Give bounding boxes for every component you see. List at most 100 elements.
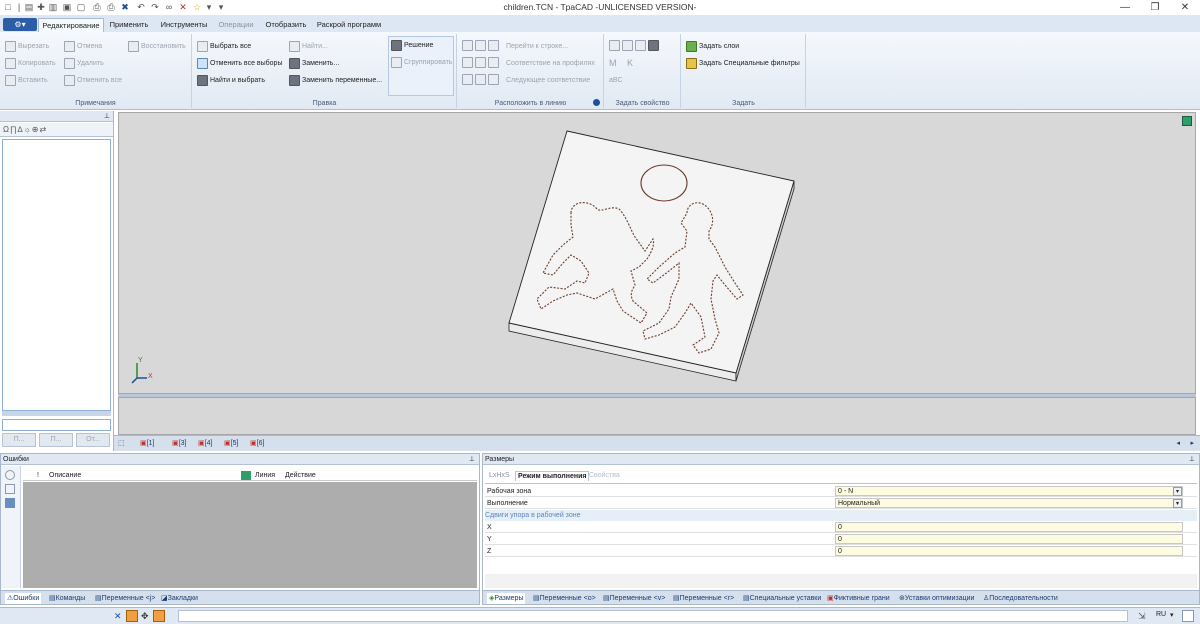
view-tab-4[interactable]: ▣[4] [198, 438, 212, 450]
tab-optimization[interactable]: ⊛Уставки оптимизации [899, 593, 974, 604]
align-left-icon[interactable] [462, 40, 473, 51]
tab-tools[interactable]: Инструменты [156, 18, 212, 32]
group-button[interactable]: Сгруппировать [391, 56, 452, 69]
replace-vars-button[interactable]: Заменить переменные... [289, 74, 382, 87]
property-m-button[interactable]: M [609, 57, 617, 70]
x-field[interactable]: 0 [835, 522, 1183, 532]
tab-vars-j[interactable]: ▤Переменные <j> [95, 593, 155, 604]
language-chevron-icon[interactable]: ▾ [1170, 611, 1174, 619]
subtab-lxhxs[interactable]: LxHxS [489, 472, 510, 479]
view-tab-1[interactable]: ▣[1] [140, 438, 154, 450]
goto-line-button[interactable]: Перейти к строке... [506, 40, 568, 53]
solution-button[interactable]: Решение [391, 39, 433, 52]
stack-icon[interactable] [622, 40, 633, 51]
symbol-toolbar[interactable]: Ω∏∆☼⊕⇄ [0, 123, 113, 137]
tab-fictive-faces[interactable]: ▣Фиктивные грани [827, 593, 890, 604]
view-tab-3[interactable]: ▣[3] [172, 438, 186, 450]
cut-button[interactable]: Вырезать [5, 40, 49, 53]
grid-icon[interactable] [648, 40, 659, 51]
align-middle-icon[interactable] [475, 57, 486, 68]
close-icon[interactable]: ✕ [1170, 0, 1200, 16]
view-cube-icon[interactable] [1182, 116, 1192, 126]
help-icon[interactable] [593, 99, 600, 106]
app-menu-button[interactable]: ⚙▾ [3, 18, 37, 31]
tab-nesting[interactable]: Раскрой программ [314, 18, 384, 32]
footer-button-1[interactable]: П... [2, 433, 36, 447]
undo-button[interactable]: Отмена [64, 40, 102, 53]
property-abc-button[interactable]: aBC [609, 74, 623, 87]
view-3d-icon[interactable]: ⬚ [118, 438, 125, 450]
tab-vars-r[interactable]: ▤Переменные <r> [673, 593, 734, 604]
scroll-left-icon[interactable]: ◂ [1176, 438, 1180, 450]
status-toggle-icon[interactable] [1182, 610, 1194, 622]
profile-match-button[interactable]: Соответствие на профилях [506, 57, 595, 70]
splitter[interactable] [2, 411, 111, 416]
align-bottom-icon[interactable] [488, 57, 499, 68]
view-tab-6[interactable]: ▣[6] [250, 438, 264, 450]
property-k-button[interactable]: K [627, 57, 633, 70]
image-icon[interactable] [635, 40, 646, 51]
subtab-properties[interactable]: Свойства [589, 472, 620, 479]
execution-select[interactable]: Нормальный [835, 498, 1183, 508]
errors-list[interactable] [23, 482, 477, 588]
tab-vars-o[interactable]: ▤Переменные <o> [533, 593, 596, 604]
tab-edit[interactable]: Редактирование [38, 18, 104, 32]
distribute-icon[interactable] [488, 74, 499, 85]
set-layers-button[interactable]: Задать слои [686, 40, 739, 53]
undo-all-button[interactable]: Отменить все [64, 74, 122, 87]
col-action[interactable]: Действие [285, 470, 316, 481]
footer-button-2[interactable]: П... [39, 433, 73, 447]
set-filters-button[interactable]: Задать Специальные фильтры [686, 57, 800, 70]
tab-special-settings[interactable]: ▤Специальные уставки [743, 593, 821, 604]
object-list[interactable] [2, 139, 111, 411]
minimize-icon[interactable]: — [1110, 0, 1140, 16]
drawing-viewport[interactable]: Y X [118, 112, 1196, 394]
pin-icon[interactable]: ⊥ [469, 454, 479, 465]
copy-button[interactable]: Копировать [5, 57, 56, 70]
grid-snap-icon[interactable] [153, 610, 165, 622]
y-field[interactable]: 0 [835, 534, 1183, 544]
col-line[interactable]: Линия [255, 470, 275, 481]
scroll-right-icon[interactable]: ▸ [1190, 438, 1194, 450]
col-description[interactable]: Описание [49, 470, 81, 481]
distribute-h-icon[interactable] [462, 74, 473, 85]
tab-operations[interactable]: Операции [214, 18, 258, 32]
paste-button[interactable]: Вставить [5, 74, 48, 87]
redo-button[interactable]: Восстановить [128, 40, 186, 53]
chevron-down-icon[interactable]: ▾ [1173, 487, 1182, 496]
view-tab-5[interactable]: ▣[5] [224, 438, 238, 450]
pin-icon[interactable]: ⊥ [1189, 454, 1199, 465]
replace-button[interactable]: Заменить... [289, 57, 339, 70]
next-match-button[interactable]: Следующее соответствие [506, 74, 590, 87]
col-flag[interactable]: ! [37, 470, 39, 481]
pin-icon[interactable]: ⊥ [104, 113, 110, 120]
document-icon[interactable] [5, 484, 15, 494]
tab-view[interactable]: Отобразить [262, 18, 310, 32]
deselect-all-button[interactable]: Отменить все выборы [197, 57, 283, 70]
find-select-button[interactable]: Найти и выбрать [197, 74, 265, 87]
resize-icon[interactable]: ⇲ [1138, 611, 1146, 622]
subtab-execution[interactable]: Режим выполнения [515, 471, 590, 481]
align-top-icon[interactable] [488, 40, 499, 51]
find-button[interactable]: Найти... [289, 40, 328, 53]
tab-apply[interactable]: Применить [106, 18, 152, 32]
align-right-icon[interactable] [475, 40, 486, 51]
ortho-icon[interactable] [126, 610, 138, 622]
select-all-button[interactable]: Выбрать все [197, 40, 251, 53]
refresh-icon[interactable] [5, 470, 15, 480]
z-field[interactable]: 0 [835, 546, 1183, 556]
language-indicator[interactable]: RU [1156, 611, 1166, 618]
tab-errors[interactable]: ⚠Ошибки [5, 593, 42, 604]
tab-commands[interactable]: ▤Команды [49, 593, 85, 604]
footer-button-3[interactable]: От... [76, 433, 110, 447]
work-zone-select[interactable]: 0 - N [835, 486, 1183, 496]
tab-bookmarks[interactable]: ◪Закладки [161, 593, 198, 604]
restore-icon[interactable]: ❐ [1140, 0, 1170, 16]
tab-vars-v[interactable]: ▤Переменные <v> [603, 593, 665, 604]
snap-icon[interactable]: ✕ [114, 611, 122, 622]
distribute-v-icon[interactable] [475, 74, 486, 85]
align-center-icon[interactable] [462, 57, 473, 68]
export-icon[interactable] [5, 498, 15, 508]
move-icon[interactable]: ✥ [141, 611, 149, 622]
delete-button[interactable]: Удалить [64, 57, 104, 70]
